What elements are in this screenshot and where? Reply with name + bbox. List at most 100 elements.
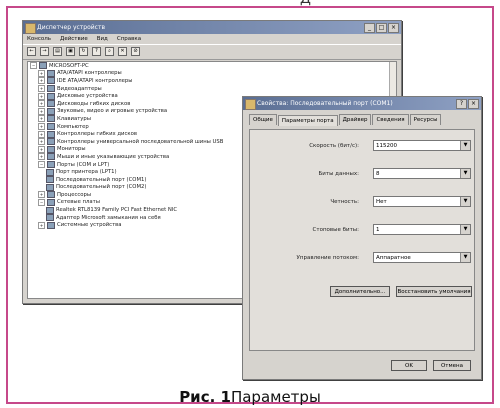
close-button[interactable]: ×	[388, 23, 399, 33]
expand-icon[interactable]: +	[38, 100, 45, 108]
device-icon	[46, 206, 54, 214]
flow-control-label: Управление потоком:	[296, 255, 359, 261]
port-settings-panel: Скорость (бит/с): 115200 ▼ Биты данных: 8…	[249, 129, 475, 351]
expand-icon[interactable]: +	[38, 153, 45, 161]
tab-general[interactable]: Общие	[249, 114, 277, 125]
chevron-down-icon[interactable]: ▼	[460, 141, 470, 150]
device-icon	[47, 153, 55, 161]
stop-bits-row: Стоповые биты: 1 ▼	[250, 224, 474, 238]
remove-icon[interactable]: ✕	[118, 47, 127, 56]
tree-item-label: Дисковые устройства	[57, 93, 118, 100]
tree-item-label: Компьютер	[57, 123, 89, 130]
tree-item-label: IDE ATA/ATAPI контроллеры	[57, 77, 133, 84]
tab-driver[interactable]: Драйвер	[338, 114, 372, 125]
dialog-close-button[interactable]: ×	[468, 99, 479, 109]
device-icon	[47, 100, 55, 108]
parity-select[interactable]: Нет ▼	[373, 196, 471, 207]
menu-view[interactable]: Вид	[97, 36, 108, 42]
stop-bits-select[interactable]: 1 ▼	[373, 224, 471, 235]
back-icon[interactable]: ←	[27, 47, 36, 56]
tree-item[interactable]: + ATA/ATAPI контроллеры	[28, 69, 396, 78]
device-icon	[47, 191, 55, 199]
cancel-button[interactable]: Отмена	[433, 360, 471, 371]
baud-rate-select[interactable]: 115200 ▼	[373, 140, 471, 151]
menu-console[interactable]: Консоль	[27, 36, 51, 42]
tree-item-label: Клавиатуры	[57, 115, 91, 122]
toolbar: ← → ▤ ▣ ↻ ? ⌕ ✕ ⊘	[23, 44, 401, 60]
device-icon	[47, 221, 55, 229]
minimize-button[interactable]: _	[364, 23, 375, 33]
menu-action[interactable]: Действие	[60, 36, 88, 42]
forward-icon[interactable]: →	[40, 47, 49, 56]
device-icon	[47, 145, 55, 153]
expand-icon[interactable]: +	[38, 191, 45, 199]
tree-item-label: Контроллеры гибких дисков	[57, 131, 137, 138]
device-icon	[39, 62, 47, 70]
expand-icon[interactable]: +	[38, 107, 45, 115]
tree-item-label: Последовательный порт (COM1)	[56, 176, 147, 183]
collapse-icon[interactable]: −	[38, 161, 45, 169]
baud-rate-value: 115200	[376, 143, 397, 149]
device-manager-titlebar[interactable]: Диспетчер устройств _ □ ×	[23, 21, 401, 34]
help-icon[interactable]: ?	[92, 47, 101, 56]
collapse-icon[interactable]: −	[30, 62, 37, 70]
ok-button[interactable]: OK	[391, 360, 427, 371]
maximize-button[interactable]: □	[376, 23, 387, 33]
flow-control-row: Управление потоком: Аппаратное ▼	[250, 252, 474, 266]
tab-resources[interactable]: Ресурсы	[409, 114, 442, 125]
properties-icon[interactable]: ▣	[66, 47, 75, 56]
stop-bits-label: Стоповые биты:	[312, 227, 359, 233]
data-bits-select[interactable]: 8 ▼	[373, 168, 471, 179]
tree-item-label: Системные устройства	[57, 222, 122, 229]
scan-icon[interactable]: ⌕	[105, 47, 114, 56]
tree-item-label: Порты (COM и LPT)	[57, 161, 110, 168]
expand-icon[interactable]: +	[38, 77, 45, 85]
refresh-icon[interactable]: ↻	[79, 47, 88, 56]
chevron-down-icon[interactable]: ▼	[460, 253, 470, 262]
tree-item[interactable]: − MICROSOFT-PC	[28, 62, 396, 70]
advanced-button[interactable]: Дополнительно...	[330, 286, 390, 297]
tab-details[interactable]: Сведения	[372, 114, 409, 125]
expand-icon[interactable]: +	[38, 130, 45, 138]
caption-text: Параметры	[230, 388, 321, 406]
device-icon	[47, 77, 55, 85]
menu-help[interactable]: Справка	[117, 36, 141, 42]
expand-icon[interactable]: +	[38, 123, 45, 131]
expand-icon[interactable]: +	[38, 115, 45, 123]
expand-icon[interactable]: +	[38, 85, 45, 93]
device-icon	[47, 161, 55, 169]
baud-rate-label: Скорость (бит/с):	[309, 143, 359, 149]
tree-item-label: Контроллеры универсальной последовательн…	[57, 138, 224, 145]
tree-item-label: Realtek RTL8139 Family PCI Fast Ethernet…	[56, 207, 178, 214]
expand-icon[interactable]: +	[38, 138, 45, 146]
expand-icon[interactable]: +	[38, 69, 45, 77]
chevron-down-icon[interactable]: ▼	[460, 197, 470, 206]
tree-item[interactable]: + Видеоадаптеры	[28, 85, 396, 93]
tree-item-label: Мониторы	[57, 146, 86, 153]
parity-label: Четность:	[330, 199, 359, 205]
chevron-down-icon[interactable]: ▼	[460, 225, 470, 234]
device-icon	[47, 115, 55, 123]
tree-item-label: Видеоадаптеры	[57, 85, 102, 92]
tab-port-settings[interactable]: Параметры порта	[277, 115, 338, 126]
tree-item[interactable]: + IDE ATA/ATAPI контроллеры	[28, 77, 396, 85]
expand-icon[interactable]: +	[38, 221, 45, 229]
expand-icon[interactable]: +	[38, 145, 45, 153]
device-icon	[47, 138, 55, 146]
tree-item-label: Процессоры	[57, 191, 92, 198]
flow-control-select[interactable]: Аппаратное ▼	[373, 252, 471, 263]
dialog-help-button[interactable]: ?	[456, 99, 467, 109]
device-icon	[46, 176, 54, 184]
expand-icon[interactable]: +	[38, 92, 45, 100]
view-icon[interactable]: ▤	[53, 47, 62, 56]
restore-defaults-button[interactable]: Восстановить умолчания	[396, 286, 472, 297]
dialog-titlebar[interactable]: Свойства: Последовательный порт (COM1) ?…	[243, 97, 481, 110]
collapse-icon[interactable]: −	[38, 198, 45, 206]
device-icon	[47, 69, 55, 77]
chevron-down-icon[interactable]: ▼	[460, 169, 470, 178]
baud-rate-row: Скорость (бит/с): 115200 ▼	[250, 140, 474, 154]
device-icon	[46, 168, 54, 176]
device-icon	[46, 214, 54, 222]
disable-icon[interactable]: ⊘	[131, 47, 140, 56]
device-icon	[47, 107, 55, 115]
